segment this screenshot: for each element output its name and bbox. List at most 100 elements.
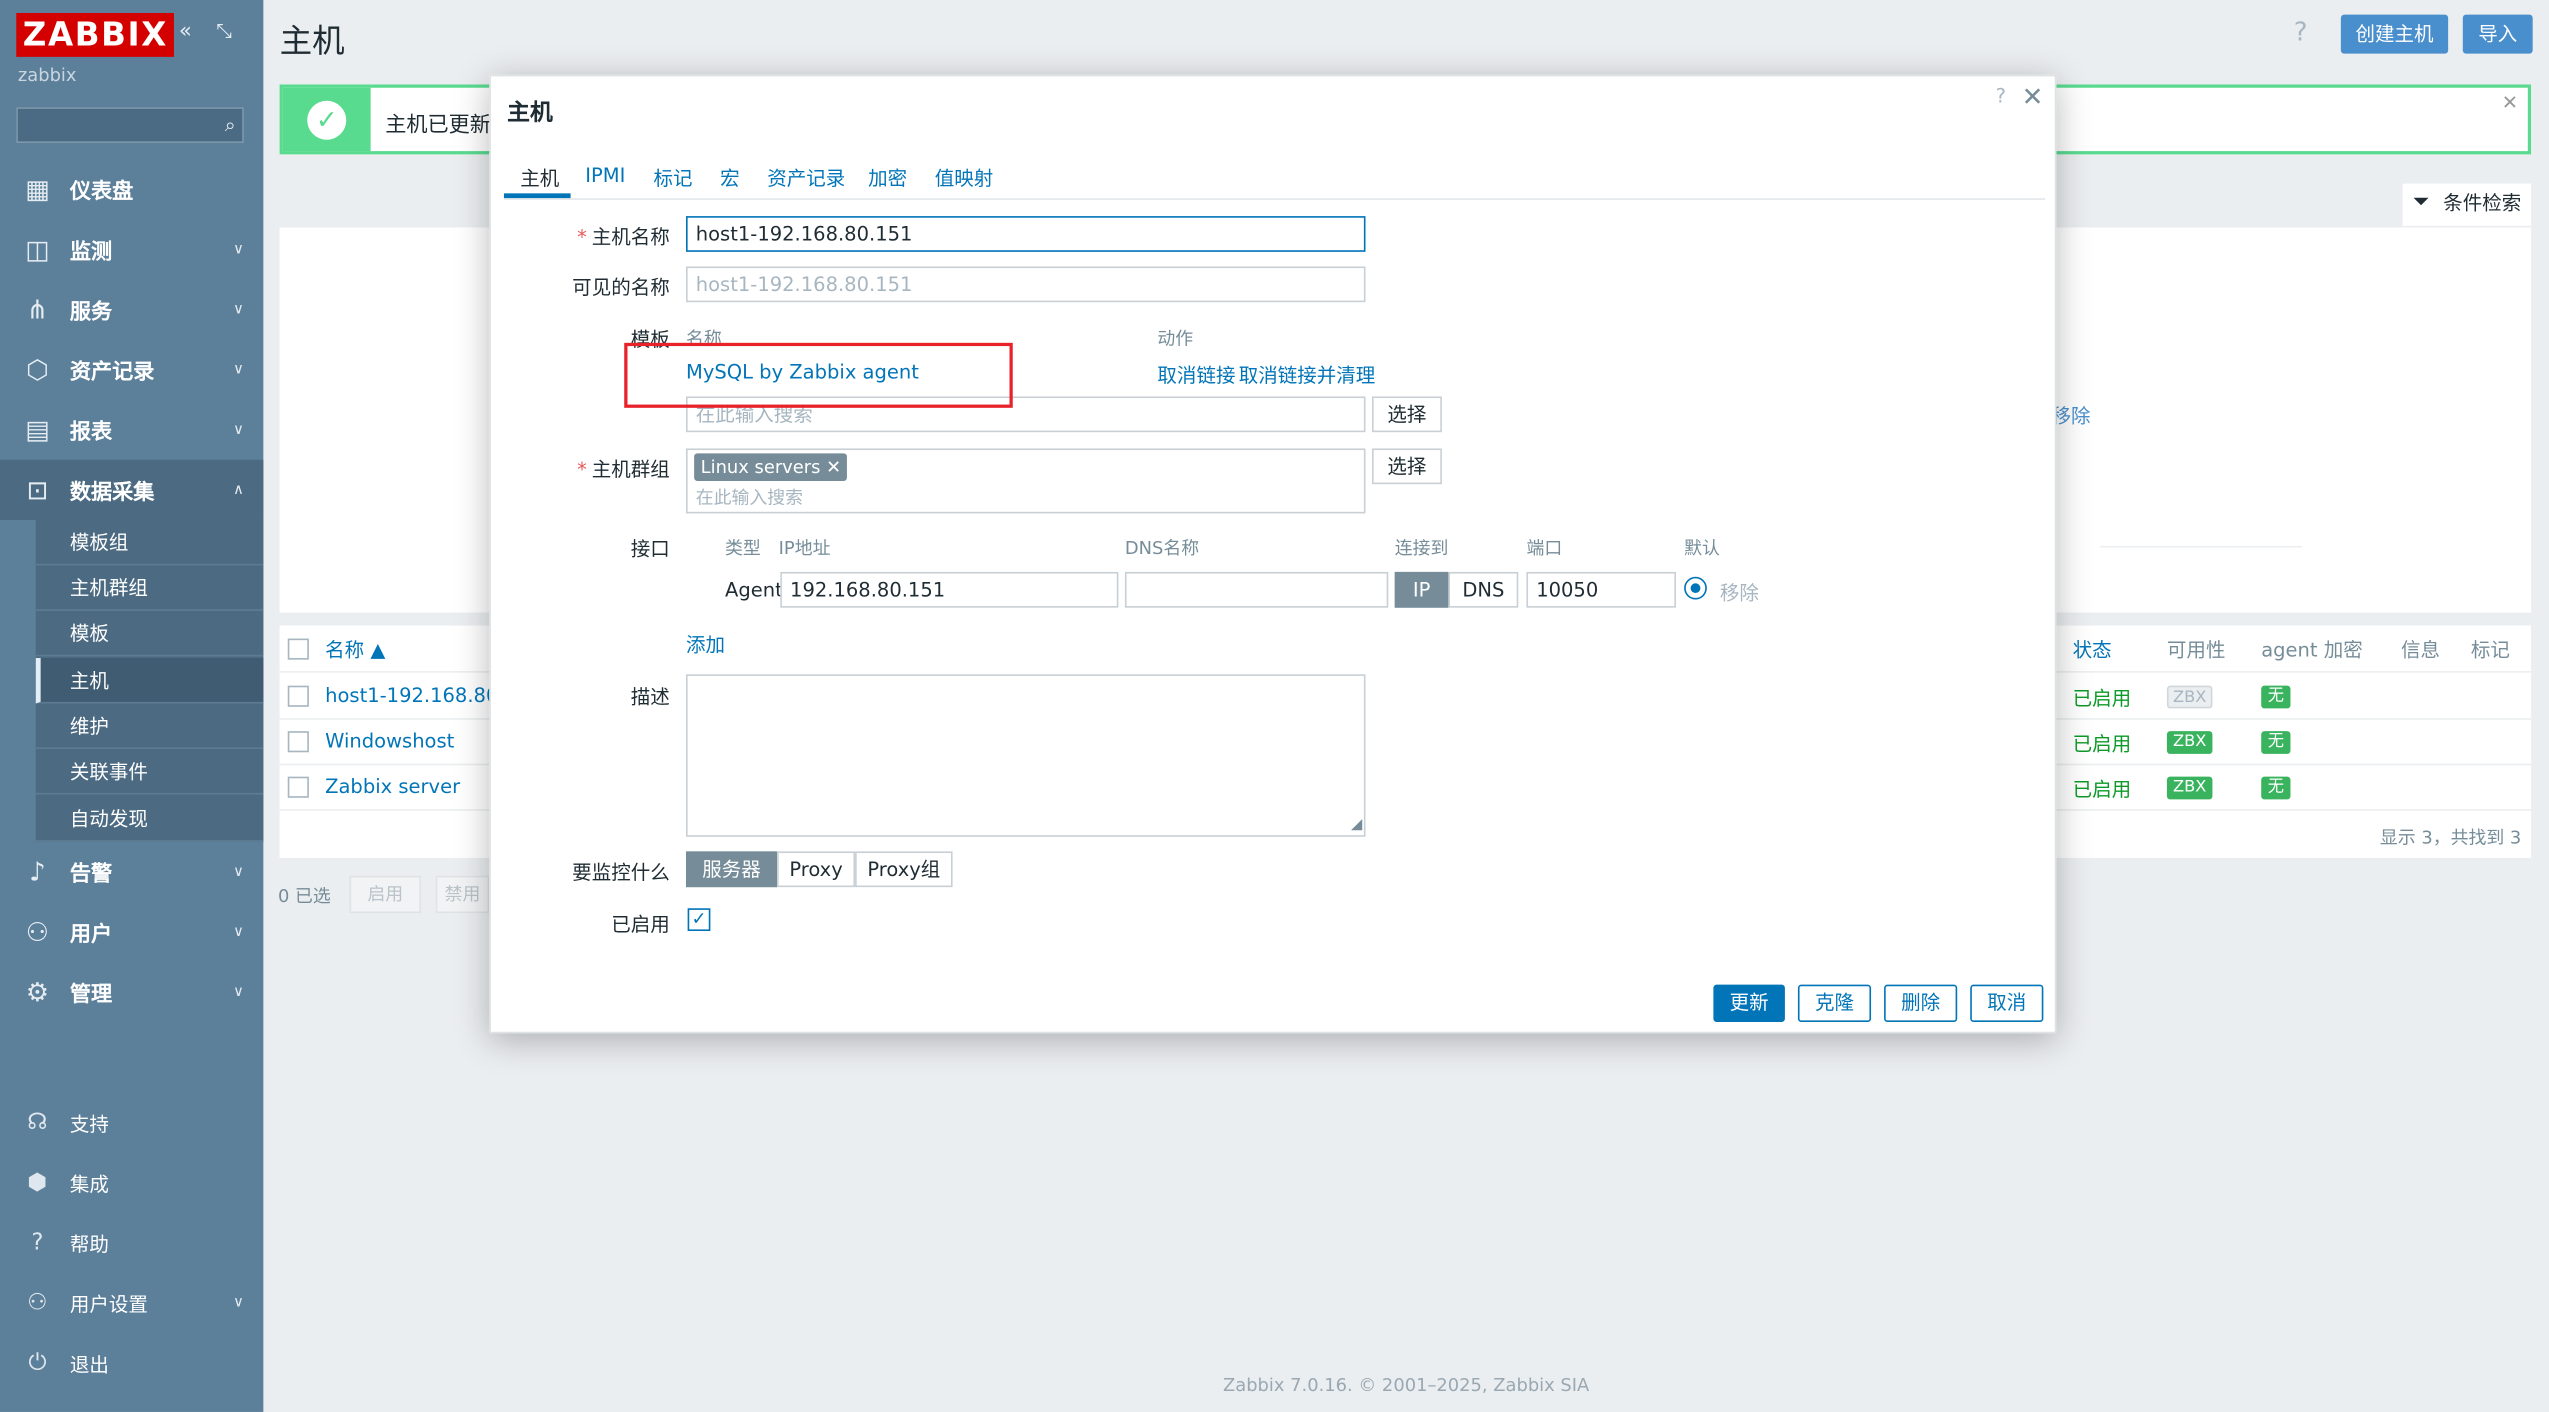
column-name-header[interactable]: 名称 ▲ (325, 635, 385, 663)
filter-divider (2100, 545, 2302, 548)
submenu-discovery[interactable]: 自动发现 (35, 796, 264, 842)
menu-user-settings[interactable]: ⚇ 用户设置 ∨ (0, 1279, 263, 1328)
interface-ip-input[interactable]: 192.168.80.151 (780, 571, 1119, 608)
page-footer: Zabbix 7.0.16. © 2001–2025, Zabbix SIA (0, 1375, 2549, 1396)
remove-tag-icon[interactable]: ✕ (826, 457, 841, 478)
chevron-down-icon: ∨ (233, 1294, 244, 1312)
submenu-template-groups[interactable]: 模板组 (35, 520, 264, 566)
interface-port-input[interactable]: 10050 (1526, 571, 1676, 608)
resize-handle-icon[interactable]: ◢ (1351, 817, 1362, 833)
filter-tab[interactable]: ⏷ 条件检索 (2402, 183, 2532, 226)
monitored-by-server[interactable]: 服务器 (686, 851, 778, 888)
help-icon[interactable]: ? (2294, 16, 2308, 47)
host-groups-select-button[interactable]: 选择 (1372, 448, 1442, 485)
interface-remove-link[interactable]: 移除 (1720, 578, 1759, 606)
chevron-down-icon: ∨ (233, 863, 244, 880)
row-checkbox[interactable] (287, 731, 309, 753)
column-status-header[interactable]: 状态 (2073, 635, 2112, 663)
default-interface-radio[interactable] (1684, 576, 1707, 600)
menu-inventory[interactable]: ⬡ 资产记录 ∨ (0, 340, 263, 400)
tab-tags[interactable]: 标记 (653, 164, 692, 192)
mass-disable-button[interactable]: 禁用 (435, 875, 490, 914)
host-groups-search-placeholder[interactable]: 在此输入搜索 (696, 483, 803, 515)
kiosk-mode-icon[interactable]: ⤡ (216, 19, 232, 43)
status-link[interactable]: 已启用 (2073, 775, 2132, 803)
interfaces-label: 接口 (630, 537, 670, 561)
menu-monitoring[interactable]: ◫ 监测 ∨ (0, 219, 263, 279)
menu-label: 退出 (69, 1352, 109, 1376)
template-select-button[interactable]: 选择 (1372, 396, 1442, 433)
enabled-checkbox[interactable]: ✓ (687, 908, 711, 932)
search-icon[interactable]: ⌕ (225, 114, 236, 138)
submenu-host-groups[interactable]: 主机群组 (35, 565, 264, 611)
connect-dns-toggle[interactable]: DNS (1448, 571, 1519, 608)
zabbix-logo[interactable]: ZABBIX (16, 12, 175, 57)
connect-ip-toggle[interactable]: IP (1394, 571, 1449, 608)
tabs-divider (503, 198, 2046, 200)
menu-integrations[interactable]: ⬢ 集成 (0, 1158, 263, 1207)
create-host-button[interactable]: 创建主机 (2340, 14, 2449, 54)
mass-enable-button[interactable]: 启用 (349, 875, 422, 914)
visible-name-input[interactable]: host1-192.168.80.151 (686, 266, 1366, 303)
description-textarea[interactable]: ◢ (686, 674, 1366, 837)
update-button[interactable]: 更新 (1713, 984, 1785, 1022)
menu-data-collection[interactable]: ⊡ 数据采集 ∧ (0, 459, 264, 520)
monitored-by-proxy[interactable]: Proxy (777, 851, 856, 888)
add-interface-link[interactable]: 添加 (686, 630, 725, 658)
row-checkbox[interactable] (287, 685, 309, 707)
submenu-event-correlation[interactable]: 关联事件 (35, 749, 264, 795)
menu-dashboard[interactable]: ▦ 仪表盘 (0, 159, 263, 219)
filter-tab-label: 条件检索 (2443, 191, 2522, 215)
close-icon[interactable]: ✕ (2022, 81, 2044, 112)
column-encryption-header: agent 加密 (2261, 638, 2363, 662)
tab-host[interactable]: 主机 (520, 164, 559, 192)
row-checkbox[interactable] (287, 776, 309, 798)
clone-button[interactable]: 克隆 (1797, 984, 1872, 1022)
status-link[interactable]: 已启用 (2073, 730, 2132, 758)
submenu-hosts[interactable]: 主机 (35, 658, 264, 704)
tab-inventory[interactable]: 资产记录 (767, 164, 845, 192)
menu-label: 资产记录 (69, 360, 155, 386)
description-label: 描述 (630, 685, 670, 709)
tab-macros[interactable]: 宏 (720, 164, 740, 192)
sidebar-search-input[interactable]: ⌕ (16, 107, 244, 143)
monitored-by-proxy-group[interactable]: Proxy组 (855, 851, 953, 888)
filter-remove-link[interactable]: 移除 (2052, 401, 2091, 429)
host-groups-multiselect[interactable]: Linux servers ✕ 在此输入搜索 (686, 448, 1366, 515)
host-link[interactable]: Zabbix server (325, 775, 460, 798)
status-link[interactable]: 已启用 (2073, 684, 2132, 712)
menu-label: 帮助 (69, 1232, 109, 1256)
column-availability-header: 可用性 (2166, 638, 2226, 662)
tab-encryption[interactable]: 加密 (868, 164, 907, 192)
interface-dns-input[interactable] (1124, 571, 1389, 608)
tab-ipmi[interactable]: IPMI (585, 164, 625, 187)
unlink-and-clear-link[interactable]: 取消链接并清理 (1239, 361, 1376, 389)
menu-label: 仪表盘 (69, 180, 134, 205)
menu-support[interactable]: ☊ 支持 (0, 1098, 263, 1147)
chevron-up-icon: ∧ (233, 481, 244, 499)
unlink-link[interactable]: 取消链接 (1157, 361, 1235, 389)
import-button[interactable]: 导入 (2462, 14, 2533, 54)
menu-alerts[interactable]: ♪ 告警 ∨ (0, 842, 263, 902)
submenu-maintenance[interactable]: 维护 (35, 704, 264, 750)
host-link[interactable]: Windowshost (325, 730, 454, 753)
interface-type: Agent (725, 578, 783, 602)
sidebar: ZABBIX « ⤡ zabbix ⌕ ▦ 仪表盘 ◫ 监测 ∨ ⋔ 服务 ∨ … (0, 0, 264, 1412)
menu-reports[interactable]: ▤ 报表 ∨ (0, 400, 263, 460)
menu-administration[interactable]: ⚙ 管理 ∨ (0, 962, 263, 1022)
delete-button[interactable]: 删除 (1884, 984, 1958, 1022)
menu-users[interactable]: ⚇ 用户 ∨ (0, 902, 263, 962)
submenu-templates[interactable]: 模板 (35, 611, 264, 657)
data-collection-submenu: 模板组 主机群组 模板 主机 维护 关联事件 自动发现 (35, 519, 264, 842)
tab-value-mapping[interactable]: 值映射 (935, 164, 994, 192)
close-icon[interactable]: ✕ (2502, 91, 2518, 114)
select-all-checkbox[interactable] (287, 638, 309, 660)
collapse-sidebar-icon[interactable]: « (179, 19, 192, 43)
table-stats: 显示 3，共找到 3 (2379, 827, 2522, 849)
menu-services[interactable]: ⋔ 服务 ∨ (0, 279, 263, 339)
host-name-input[interactable]: host1-192.168.80.151 (686, 216, 1366, 252)
help-icon[interactable]: ? (1996, 84, 2006, 107)
encryption-badge: 无 (2261, 685, 2291, 709)
menu-help[interactable]: ? 帮助 (0, 1219, 263, 1268)
cancel-button[interactable]: 取消 (1970, 984, 2044, 1022)
